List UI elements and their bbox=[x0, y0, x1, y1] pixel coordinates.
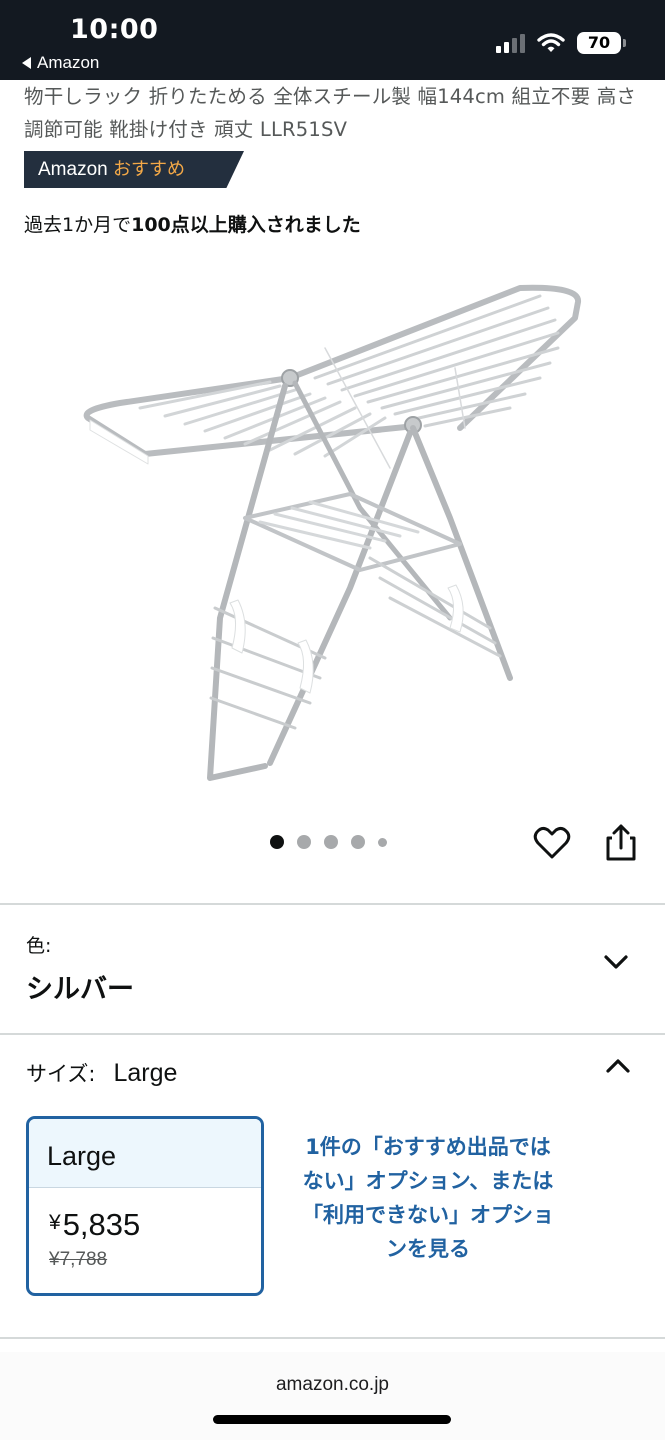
browser-bottom-bar bbox=[0, 1352, 665, 1440]
size-value: Large bbox=[113, 1059, 178, 1087]
section-divider bbox=[0, 903, 665, 905]
home-indicator[interactable] bbox=[213, 1415, 451, 1424]
carousel-dot[interactable] bbox=[270, 835, 284, 849]
other-options-link[interactable]: 1件の「おすすめ出品ではない」オプション、または「利用できない」オプションを見る bbox=[300, 1130, 556, 1266]
color-value: シルバー bbox=[26, 974, 134, 1005]
badge-prefix: Amazon bbox=[38, 159, 108, 180]
carousel-dot[interactable] bbox=[378, 837, 387, 847]
wifi-icon bbox=[537, 33, 565, 52]
chevron-up-icon[interactable] bbox=[604, 1052, 632, 1080]
battery-icon: 70 bbox=[577, 32, 626, 54]
amazon-choice-badge[interactable]: Amazon おすすめ bbox=[24, 151, 244, 188]
size-label: サイズ: bbox=[26, 1062, 96, 1086]
image-carousel-dots[interactable] bbox=[270, 835, 387, 849]
back-label: Amazon bbox=[37, 53, 100, 72]
url-domain[interactable]: amazon.co.jp bbox=[0, 1374, 665, 1396]
size-selector-header[interactable]: サイズ: Large bbox=[26, 1058, 177, 1088]
status-time: 10:00 bbox=[70, 14, 159, 45]
price-value: 5,835 bbox=[62, 1207, 141, 1242]
drying-rack-image[interactable] bbox=[70, 258, 600, 798]
chevron-down-icon[interactable] bbox=[602, 948, 630, 976]
carousel-dot[interactable] bbox=[297, 835, 311, 849]
product-title[interactable]: 物干しラック 折りたためる 全体スチール製 幅144cm 組立不要 高さ調節可能… bbox=[24, 80, 646, 146]
heart-icon[interactable] bbox=[532, 823, 572, 863]
cellular-signal-icon bbox=[496, 33, 525, 53]
size-option-price: ¥5,835 bbox=[49, 1207, 140, 1243]
size-option-card[interactable]: Large ¥5,835 ¥7,788 bbox=[26, 1116, 264, 1296]
back-to-app-button[interactable]: Amazon bbox=[22, 53, 99, 73]
section-divider bbox=[0, 1337, 665, 1339]
share-icon[interactable] bbox=[603, 823, 639, 863]
carousel-dot[interactable] bbox=[351, 835, 365, 849]
size-option-name: Large bbox=[29, 1119, 261, 1188]
badge-accent: おすすめ bbox=[112, 159, 185, 180]
status-bar: 10:00 Amazon 70 bbox=[0, 0, 665, 80]
purchase-count-bold: 100点以上購入されました bbox=[131, 214, 361, 236]
back-arrow-icon bbox=[22, 57, 31, 69]
status-indicators: 70 bbox=[496, 32, 626, 54]
original-price: ¥7,788 bbox=[49, 1249, 108, 1270]
color-label: 色: bbox=[26, 935, 52, 957]
currency-symbol: ¥ bbox=[49, 1211, 61, 1234]
purchase-prefix: 過去1か月で bbox=[24, 214, 132, 236]
purchase-count: 過去1か月で100点以上購入されました bbox=[24, 210, 361, 237]
carousel-dot[interactable] bbox=[324, 835, 338, 849]
section-divider bbox=[0, 1033, 665, 1035]
